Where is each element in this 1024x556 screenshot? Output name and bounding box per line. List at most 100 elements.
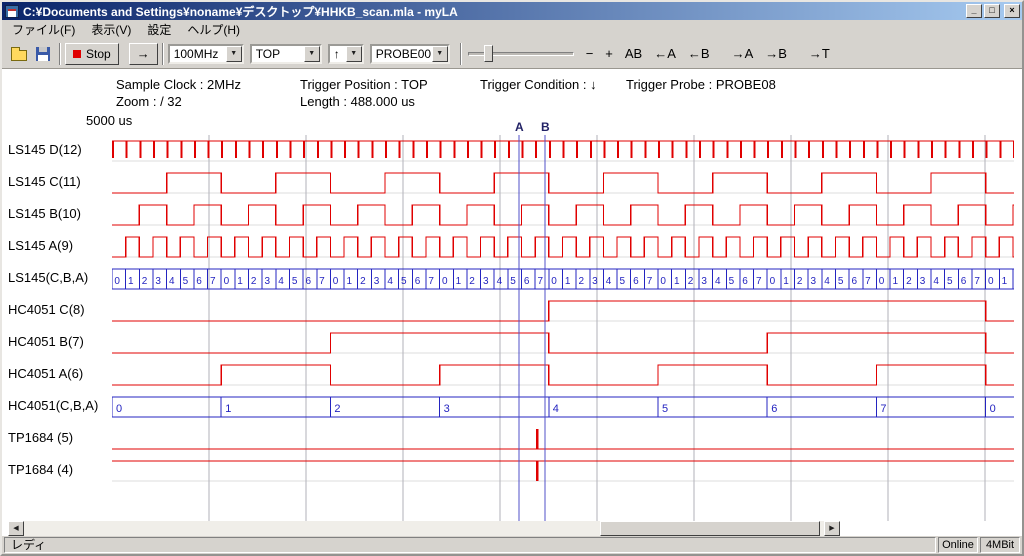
open-button[interactable] xyxy=(7,43,31,65)
maximize-button[interactable]: □ xyxy=(984,4,1000,18)
trigger-probe-label: Trigger Probe : PROBE08 xyxy=(626,77,776,92)
chevron-down-icon[interactable]: ▼ xyxy=(346,46,362,62)
bus-value: 0 xyxy=(990,403,996,415)
scroll-right-icon[interactable]: ▶ xyxy=(824,521,840,536)
seek-a-left-button[interactable]: ←A xyxy=(648,44,682,64)
bus-value: 6 xyxy=(742,276,748,287)
menu-item-settings[interactable]: 設定 xyxy=(139,19,179,40)
seek-trigger-button[interactable]: →T xyxy=(803,44,836,64)
channel-label[interactable]: TP1684 (4) xyxy=(8,459,110,481)
bus-value: 7 xyxy=(319,276,325,287)
bus-value: 3 xyxy=(920,276,926,287)
menu-item-file[interactable]: ファイル(F) xyxy=(4,19,83,40)
zoom-label: Zoom : / 32 xyxy=(116,94,182,109)
channel-label[interactable]: HC4051(C,B,A) xyxy=(8,395,110,417)
waveform-square xyxy=(112,333,1014,353)
status-message: レディ xyxy=(4,537,936,553)
bus-value: 0 xyxy=(442,276,448,287)
bus-value: 7 xyxy=(974,276,980,287)
stop-button[interactable]: Stop xyxy=(65,43,119,65)
toolbar-separator xyxy=(162,43,164,65)
toolbar-separator xyxy=(59,43,61,65)
trigger-position-combo[interactable]: TOP ▼ xyxy=(250,44,322,64)
bus-value: 4 xyxy=(933,276,939,287)
channel-label[interactable]: LS145 B(10) xyxy=(8,203,110,225)
waveform-square xyxy=(112,237,1014,257)
trigger-edge-combo[interactable]: ↑ ▼ xyxy=(328,44,364,64)
ab-button[interactable]: AB xyxy=(619,44,648,64)
sample-clock-combo[interactable]: 100MHz ▼ xyxy=(168,44,244,64)
bus-value: 7 xyxy=(647,276,653,287)
zoom-slider-thumb[interactable] xyxy=(484,45,493,62)
chevron-down-icon[interactable]: ▼ xyxy=(432,46,448,62)
bus-value: 5 xyxy=(292,276,298,287)
close-button[interactable]: × xyxy=(1004,4,1020,18)
bus-value: 4 xyxy=(824,276,830,287)
bus-value: 1 xyxy=(128,276,134,287)
bus-value: 4 xyxy=(553,403,559,415)
bus-value: 3 xyxy=(155,276,161,287)
bus-value: 2 xyxy=(469,276,475,287)
channel-label[interactable]: LS145 D(12) xyxy=(8,139,110,161)
waveform-plot[interactable]: 0123456701234567012345670123456701234567… xyxy=(112,135,1014,521)
bus-value: 7 xyxy=(756,276,762,287)
menu-item-view[interactable]: 表示(V) xyxy=(83,19,139,40)
horizontal-scrollbar[interactable]: ◀ ▶ xyxy=(8,521,840,536)
bus-value: 4 xyxy=(497,276,503,287)
scroll-thumb[interactable] xyxy=(600,521,820,536)
bus-value: 0 xyxy=(224,276,230,287)
bus-value: 3 xyxy=(444,403,450,415)
bus-value: 1 xyxy=(892,276,898,287)
trigger-position-value: TOP xyxy=(252,47,304,61)
scroll-left-icon[interactable]: ◀ xyxy=(8,521,24,536)
bus-value: 0 xyxy=(770,276,776,287)
toolbar-separator xyxy=(460,43,462,65)
bus-value: 0 xyxy=(879,276,885,287)
save-button[interactable] xyxy=(31,43,55,65)
zoom-in-button[interactable]: + xyxy=(599,44,619,64)
channel-label[interactable]: LS145 C(11) xyxy=(8,171,110,193)
bus-value: 0 xyxy=(114,276,120,287)
waveform-square xyxy=(112,205,1014,225)
trigger-probe-combo[interactable]: PROBE00 ▼ xyxy=(370,44,450,64)
run-button[interactable]: → xyxy=(129,43,158,65)
chevron-down-icon[interactable]: ▼ xyxy=(304,46,320,62)
window-title: C:¥Documents and Settings¥noname¥デスクトップ¥… xyxy=(22,3,964,20)
bus-value: 5 xyxy=(838,276,844,287)
marker-label-b[interactable]: B xyxy=(541,120,550,134)
strobe-ticks xyxy=(113,141,1014,158)
bus-value: 7 xyxy=(210,276,216,287)
bus-value: 3 xyxy=(483,276,489,287)
channel-label[interactable]: HC4051 A(6) xyxy=(8,363,110,385)
seek-b-left-button[interactable]: ←B xyxy=(682,44,716,64)
stop-icon xyxy=(73,50,81,58)
bus-value: 3 xyxy=(811,276,817,287)
status-memory: 4MBit xyxy=(980,537,1020,553)
seek-b-right-button[interactable]: →B xyxy=(759,44,793,64)
channel-label[interactable]: TP1684 (5) xyxy=(8,427,110,449)
waveform-square xyxy=(112,173,1014,193)
bus-value: 6 xyxy=(633,276,639,287)
menu-item-help[interactable]: ヘルプ(H) xyxy=(179,19,248,40)
chevron-down-icon[interactable]: ▼ xyxy=(226,46,242,62)
marker-label-a[interactable]: A xyxy=(515,120,524,134)
bus-value: 0 xyxy=(116,403,122,415)
bus-value: 3 xyxy=(374,276,380,287)
channel-label[interactable]: HC4051 B(7) xyxy=(8,331,110,353)
channel-label[interactable]: HC4051 C(8) xyxy=(8,299,110,321)
channel-label[interactable]: LS145(C,B,A) xyxy=(8,267,110,289)
bus-value: 4 xyxy=(715,276,721,287)
bus-value: 6 xyxy=(852,276,858,287)
bus-value: 3 xyxy=(592,276,598,287)
bus-value: 4 xyxy=(387,276,393,287)
time-scale-label: 5000 us xyxy=(86,113,132,128)
seek-a-right-button[interactable]: →A xyxy=(726,44,760,64)
minimize-button[interactable]: _ xyxy=(966,4,982,18)
stop-label: Stop xyxy=(86,47,111,61)
bus-value: 5 xyxy=(510,276,516,287)
sample-clock-label: Sample Clock : 2MHz xyxy=(116,77,241,92)
channel-label[interactable]: LS145 A(9) xyxy=(8,235,110,257)
bus-value: 2 xyxy=(688,276,694,287)
zoom-out-button[interactable]: − xyxy=(580,44,600,64)
zoom-slider[interactable] xyxy=(468,43,574,65)
